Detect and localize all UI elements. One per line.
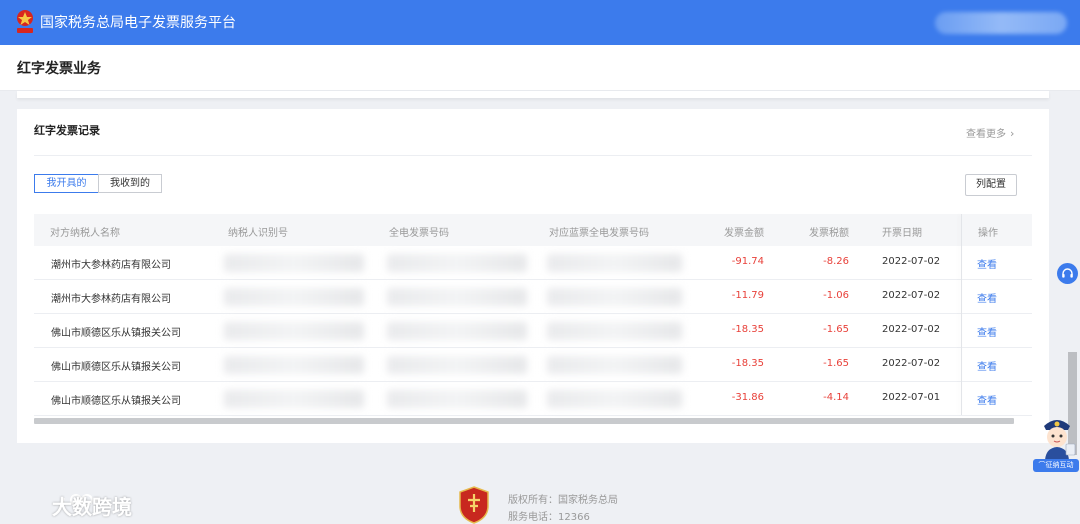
tax-bureau-badge-icon <box>459 486 489 524</box>
horizontal-scrollbar[interactable] <box>34 418 1014 424</box>
page-title: 红字发票业务 <box>17 61 101 77</box>
col-invoice-tax: 发票税额 <box>809 228 849 239</box>
watermark-text: 大数跨境 <box>52 495 132 519</box>
section-edge <box>17 91 1049 98</box>
table-row: 佛山市顺德区乐从镇报关公司 -18.35 -1.65 2022-07-02 查看 <box>34 314 1032 348</box>
tab-issued-by-me[interactable]: 我开具的 <box>34 174 99 193</box>
cell-issue-date: 2022-07-02 <box>882 290 941 301</box>
cell-issue-date: 2022-07-02 <box>882 324 941 335</box>
cell-taxpayer-id-blurred <box>224 390 364 408</box>
view-link[interactable]: 查看 <box>977 358 997 373</box>
col-issue-date: 开票日期 <box>882 228 922 239</box>
divider <box>34 155 1032 156</box>
cell-invoice-tax: -1.06 <box>823 290 849 301</box>
view-link[interactable]: 查看 <box>977 256 997 271</box>
app-title: 国家税务总局电子发票服务平台 <box>40 15 236 31</box>
col-invoice-amount: 发票金额 <box>724 228 764 239</box>
cell-counterparty-name: 潮州市大参林药店有限公司 <box>51 260 171 271</box>
cell-counterparty-name: 佛山市顺德区乐从镇报关公司 <box>51 362 181 373</box>
card-title: 红字发票记录 <box>34 124 100 137</box>
col-blue-invoice-number: 对应蓝票全电发票号码 <box>549 228 649 239</box>
support-button[interactable] <box>1057 263 1078 284</box>
page-header: 红字发票业务 <box>0 45 1080 91</box>
cell-blue-invoice-number-blurred <box>547 356 682 374</box>
cell-counterparty-name: 佛山市顺德区乐从镇报关公司 <box>51 396 181 407</box>
cell-blue-invoice-number-blurred <box>547 254 682 272</box>
cell-blue-invoice-number-blurred <box>547 288 682 306</box>
cell-taxpayer-id-blurred <box>224 288 364 306</box>
cell-blue-invoice-number-blurred <box>547 322 682 340</box>
view-more-label: 查看更多 <box>966 129 1006 140</box>
cell-invoice-tax: -1.65 <box>823 324 849 335</box>
mascot-label-text: 征纳互动 <box>1045 461 1074 469</box>
view-link[interactable]: 查看 <box>977 392 997 407</box>
table-header: 对方纳税人名称 纳税人识别号 全电发票号码 对应蓝票全电发票号码 发票金额 发票… <box>34 214 1032 246</box>
table-row: 佛山市顺德区乐从镇报关公司 -31.86 -4.14 2022-07-01 查看 <box>34 382 1032 416</box>
fixed-column-edge <box>961 214 962 415</box>
cell-invoice-amount: -18.35 <box>731 358 764 369</box>
cell-invoice-number-blurred <box>387 254 527 272</box>
cell-invoice-tax: -4.14 <box>823 392 849 403</box>
headset-small-icon: ⌒ <box>1038 461 1046 469</box>
view-link[interactable]: 查看 <box>977 290 997 305</box>
cell-issue-date: 2022-07-02 <box>882 358 941 369</box>
cell-counterparty-name: 佛山市顺德区乐从镇报关公司 <box>51 328 181 339</box>
tax-emblem-icon <box>17 10 33 33</box>
cell-blue-invoice-number-blurred <box>547 390 682 408</box>
table-row: 潮州市大参林药店有限公司 -91.74 -8.26 2022-07-02 查看 <box>34 246 1032 280</box>
user-info-blurred[interactable] <box>935 12 1067 34</box>
cell-invoice-amount: -31.86 <box>731 392 764 403</box>
cell-issue-date: 2022-07-02 <box>882 256 941 267</box>
table-row: 潮州市大参林药店有限公司 -11.79 -1.06 2022-07-02 查看 <box>34 280 1032 314</box>
col-invoice-number: 全电发票号码 <box>389 228 449 239</box>
cell-taxpayer-id-blurred <box>224 322 364 340</box>
copyright-text: 版权所有：国家税务总局 <box>508 495 618 506</box>
cell-counterparty-name: 潮州市大参林药店有限公司 <box>51 294 171 305</box>
cell-taxpayer-id-blurred <box>224 254 364 272</box>
column-config-button[interactable]: 列配置 <box>965 174 1017 196</box>
mascot-label[interactable]: ⌒征纳互动 <box>1033 459 1079 472</box>
cell-invoice-number-blurred <box>387 322 527 340</box>
cell-invoice-amount: -91.74 <box>731 256 764 267</box>
tab-received-by-me[interactable]: 我收到的 <box>98 174 162 193</box>
cell-taxpayer-id-blurred <box>224 356 364 374</box>
col-taxpayer-id: 纳税人识别号 <box>228 228 288 239</box>
headset-icon <box>1062 268 1073 278</box>
cell-invoice-number-blurred <box>387 390 527 408</box>
cell-invoice-amount: -11.79 <box>731 290 764 301</box>
tax-officer-mascot-icon[interactable] <box>1036 412 1078 460</box>
red-invoice-records-card: 红字发票记录 查看更多 › 我开具的 我收到的 列配置 对方纳税人名称 纳税人识别… <box>17 109 1049 443</box>
col-counterparty-name: 对方纳税人名称 <box>50 228 120 239</box>
view-more-link[interactable]: 查看更多 › <box>966 125 1014 140</box>
service-phone-text: 服务电话：12366 <box>508 512 590 523</box>
view-link[interactable]: 查看 <box>977 324 997 339</box>
chevron-right-icon: › <box>1010 127 1015 140</box>
col-action: 操作 <box>978 228 998 239</box>
cell-invoice-tax: -8.26 <box>823 256 849 267</box>
cell-invoice-tax: -1.65 <box>823 358 849 369</box>
top-bar: 国家税务总局电子发票服务平台 <box>0 0 1080 45</box>
cell-invoice-number-blurred <box>387 288 527 306</box>
cell-issue-date: 2022-07-01 <box>882 392 941 403</box>
cell-invoice-amount: -18.35 <box>731 324 764 335</box>
table-row: 佛山市顺德区乐从镇报关公司 -18.35 -1.65 2022-07-02 查看 <box>34 348 1032 382</box>
cell-invoice-number-blurred <box>387 356 527 374</box>
